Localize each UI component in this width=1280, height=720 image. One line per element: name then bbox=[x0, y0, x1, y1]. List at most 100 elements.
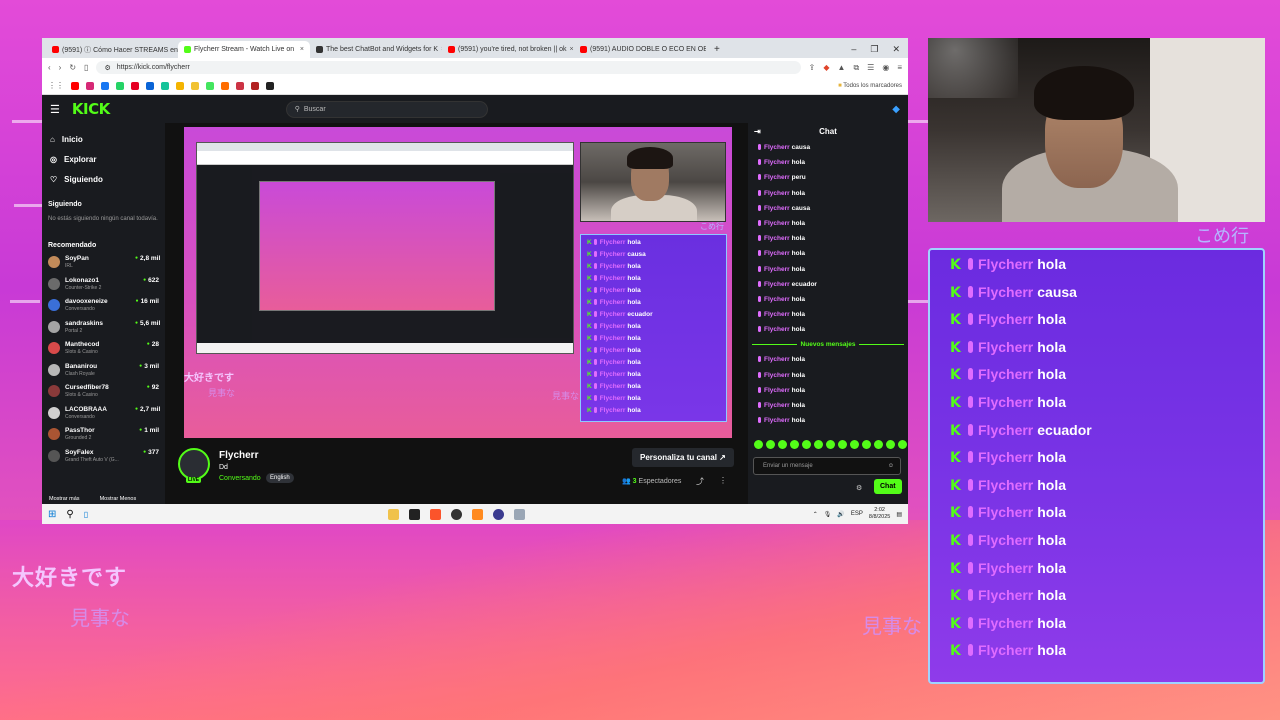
hamburger-menu-icon[interactable]: ☰ bbox=[50, 103, 60, 116]
apps-icon[interactable]: ⋮⋮ bbox=[48, 81, 64, 90]
search-input[interactable]: ⚲ Buscar bbox=[285, 100, 488, 118]
stream-category[interactable]: Conversando bbox=[219, 475, 261, 482]
firebase-bookmark-icon[interactable] bbox=[221, 81, 229, 90]
recommended-channel[interactable]: PassThorGrounded 2 1 mil bbox=[48, 427, 159, 449]
recommended-channel[interactable]: LACOBRAAAConversando 2,7 mil bbox=[48, 406, 160, 428]
emote-icon[interactable] bbox=[790, 440, 799, 449]
kick-logo[interactable]: KICK bbox=[72, 100, 110, 118]
tab-close-icon[interactable]: × bbox=[300, 46, 304, 53]
send-chat-button[interactable]: Chat bbox=[874, 479, 902, 494]
site-info-icon[interactable]: ⚙ bbox=[104, 64, 110, 72]
grammarly-bookmark-icon[interactable] bbox=[161, 81, 169, 90]
emote-icon[interactable] bbox=[802, 440, 811, 449]
taskbar-search-icon[interactable]: ⚲ bbox=[66, 509, 73, 520]
emote-icon[interactable] bbox=[766, 440, 775, 449]
reading-list-icon[interactable]: ☰ bbox=[867, 63, 874, 72]
share-icon[interactable]: ⤴ bbox=[696, 476, 704, 487]
close-window-icon[interactable]: ✕ bbox=[892, 41, 900, 58]
bookmark-icon[interactable] bbox=[236, 81, 244, 90]
sidebar-item-explorar[interactable]: ◎ Explorar bbox=[48, 149, 159, 169]
emote-icon[interactable] bbox=[814, 440, 823, 449]
emote-icon[interactable] bbox=[874, 440, 883, 449]
capcut-taskbar-icon[interactable] bbox=[409, 508, 421, 520]
pinterest-bookmark-icon[interactable] bbox=[131, 81, 139, 90]
maximize-icon[interactable]: ❐ bbox=[870, 41, 878, 58]
emote-icon[interactable] bbox=[754, 440, 763, 449]
extensions-icon[interactable]: ⧉ bbox=[853, 63, 859, 73]
browser-tab[interactable]: (9591) ⓘ Cómo Hacer STREAMS en× bbox=[46, 41, 178, 58]
mic-taskbar-icon[interactable] bbox=[472, 508, 484, 520]
user-avatar-icon[interactable]: ◆ bbox=[892, 104, 900, 115]
menu-icon[interactable]: ≡ bbox=[897, 63, 902, 72]
show-less-link[interactable]: Mostrar Menos bbox=[100, 496, 137, 502]
emote-icon[interactable] bbox=[898, 440, 907, 449]
recommended-channel[interactable]: SoyPanIRL 2,8 mil bbox=[48, 255, 160, 277]
back-icon[interactable]: ‹ bbox=[48, 63, 51, 72]
browser-tab[interactable]: The best ChatBot and Widgets for K× bbox=[310, 41, 442, 58]
tray-chevron-icon[interactable]: ⌃ bbox=[813, 511, 818, 518]
recommended-channel[interactable]: ManthecodSlots & Casino 28 bbox=[48, 341, 159, 363]
notifications-icon[interactable]: ▤ bbox=[896, 511, 902, 518]
explorer-taskbar-icon[interactable] bbox=[388, 508, 400, 520]
browser-tab[interactable]: Flycherr Stream - Watch Live on × bbox=[178, 41, 310, 58]
bookmark-icon[interactable] bbox=[251, 81, 259, 90]
emote-icon[interactable] bbox=[850, 440, 859, 449]
task-view-icon[interactable]: ▯ bbox=[84, 510, 88, 519]
app-taskbar-icon[interactable] bbox=[514, 508, 526, 520]
reload-icon[interactable]: ↻ bbox=[69, 63, 76, 72]
minimize-icon[interactable]: – bbox=[851, 41, 856, 58]
recommended-channel[interactable]: Cursedfiber78Slots & Casino 92 bbox=[48, 384, 159, 406]
emote-icon[interactable] bbox=[838, 440, 847, 449]
streamer-name[interactable]: Flycherr bbox=[219, 450, 258, 461]
clock[interactable]: 2:02 8/8/2025 bbox=[869, 507, 890, 521]
mic-tray-icon[interactable]: 🎙 bbox=[824, 511, 832, 518]
whatsapp-bookmark-icon[interactable] bbox=[116, 81, 124, 90]
more-options-icon[interactable]: ⋮ bbox=[719, 476, 727, 485]
sidebar-item-inicio[interactable]: ⌂ Inicio bbox=[48, 129, 159, 149]
recommended-channel[interactable]: davooxeneizeConversando 16 mil bbox=[48, 298, 159, 320]
recommended-channel[interactable]: SoyFalexGrand Theft Auto V (G... 377 bbox=[48, 449, 159, 471]
recommended-channel[interactable]: Lokonazo1Counter-Strike 2 622 bbox=[48, 277, 159, 299]
tab-close-icon[interactable]: × bbox=[569, 46, 573, 53]
chat-message-input[interactable]: Enviar un mensaje ☺ bbox=[753, 457, 901, 475]
alert-icon[interactable]: ▲ bbox=[838, 63, 846, 72]
profile-icon[interactable]: ◉ bbox=[882, 63, 889, 72]
chrome-taskbar-icon[interactable] bbox=[451, 508, 463, 520]
emoji-icon[interactable]: ☺ bbox=[888, 463, 894, 469]
emote-icon[interactable] bbox=[862, 440, 871, 449]
drive-bookmark-icon[interactable] bbox=[176, 81, 184, 90]
bookmark-tab-icon[interactable]: ▯ bbox=[84, 63, 88, 72]
linktree-bookmark-icon[interactable] bbox=[206, 81, 214, 90]
url-field[interactable]: ⚙ https://kick.com/flycherr bbox=[96, 61, 801, 74]
browser-tab[interactable]: (9591) AUDIO DOBLE O ECO EN OBS× bbox=[574, 41, 706, 58]
instagram-bookmark-icon[interactable] bbox=[86, 81, 94, 90]
folder-bookmark-icon[interactable] bbox=[191, 81, 199, 90]
obs-taskbar-icon[interactable] bbox=[493, 508, 505, 520]
stream-language-tag[interactable]: English bbox=[266, 473, 294, 483]
emote-icon[interactable] bbox=[886, 440, 895, 449]
show-more-link[interactable]: Mostrar más bbox=[49, 496, 80, 502]
recommended-channel[interactable]: BananirouClash Royale 3 mil bbox=[48, 363, 159, 385]
forward-icon[interactable]: › bbox=[59, 63, 62, 72]
recommended-channel[interactable]: sandraskinsPortal 2 5,6 mil bbox=[48, 320, 160, 342]
youtube-bookmark-icon[interactable] bbox=[71, 81, 79, 90]
video-player[interactable]: こめ行 K Flycherr hola K Flycherr causa K Flycherr… bbox=[184, 127, 732, 438]
emote-icon[interactable] bbox=[778, 440, 787, 449]
new-tab-button[interactable]: + bbox=[706, 41, 728, 58]
share-icon[interactable]: ⇪ bbox=[809, 63, 816, 72]
volume-icon[interactable]: 🔊 bbox=[837, 511, 844, 518]
keyboard-language[interactable]: ESP bbox=[851, 511, 863, 517]
outlook-bookmark-icon[interactable] bbox=[146, 81, 154, 90]
extension-icon[interactable]: ◆ bbox=[823, 63, 829, 72]
windows-start-icon[interactable]: ⊞ bbox=[48, 509, 56, 520]
chat-settings-icon[interactable]: ⚙ bbox=[856, 484, 862, 492]
all-bookmarks[interactable]: ■ Todos los marcadores bbox=[838, 83, 902, 89]
brave-taskbar-icon[interactable] bbox=[430, 508, 442, 520]
browser-tab[interactable]: (9591) you're tired, not broken || ok × bbox=[442, 41, 574, 58]
openai-bookmark-icon[interactable] bbox=[266, 81, 274, 90]
customize-channel-button[interactable]: Personaliza tu canal ↗ bbox=[632, 448, 734, 467]
emote-icon[interactable] bbox=[826, 440, 835, 449]
facebook-bookmark-icon[interactable] bbox=[101, 81, 109, 90]
sidebar-item-siguiendo[interactable]: ♡ Siguiendo bbox=[48, 169, 159, 189]
streamer-avatar[interactable] bbox=[178, 448, 210, 480]
